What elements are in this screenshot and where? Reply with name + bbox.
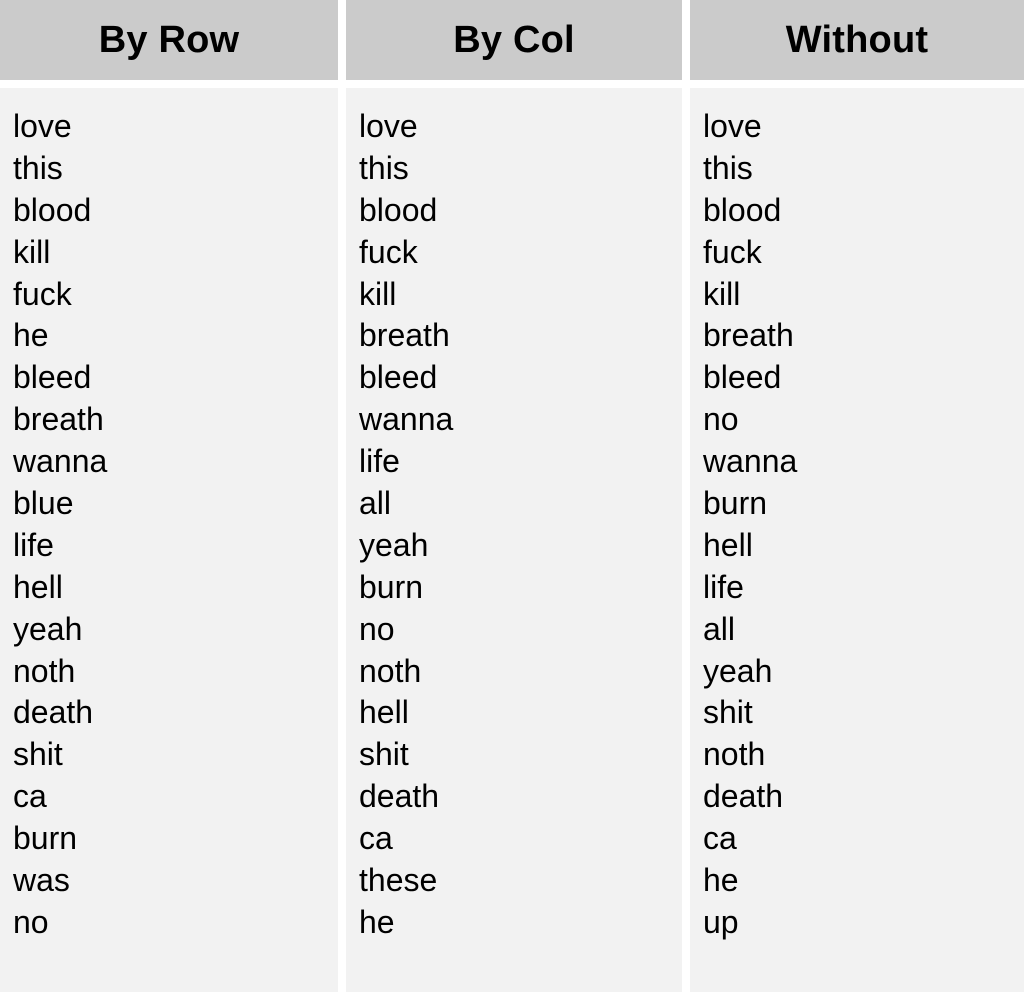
word-item: shit	[13, 736, 63, 773]
word-item: bleed	[703, 359, 782, 396]
word-item: yeah	[703, 652, 773, 689]
word-item: shit	[359, 736, 409, 773]
word-item: burn	[703, 485, 768, 522]
word-item: kill	[359, 275, 397, 312]
header-by-row: By Row	[0, 0, 338, 80]
word-item: life	[703, 568, 744, 605]
word-item: kill	[13, 233, 51, 270]
word-item: these	[359, 862, 438, 899]
word-item: no	[703, 401, 739, 438]
word-item: this	[359, 149, 409, 186]
word-item: death	[703, 778, 784, 815]
word-item: noth	[703, 736, 766, 773]
word-item: love	[359, 108, 418, 144]
word-item: bleed	[359, 359, 438, 396]
word-item: this	[703, 149, 753, 186]
word-item: was	[13, 862, 70, 899]
word-item: breath	[703, 317, 794, 354]
word-item: ca	[359, 820, 393, 857]
word-item: ca	[13, 778, 47, 815]
header-without: Without	[690, 0, 1024, 80]
header-row: By Row By Col Without	[0, 0, 1024, 80]
word-item: he	[359, 903, 395, 940]
word-item: breath	[359, 317, 450, 354]
word-item: hell	[13, 568, 63, 605]
word-item: up	[703, 903, 739, 940]
word-item: no	[359, 610, 395, 647]
word-table: By Row By Col Without love this blood kill f…	[0, 0, 1024, 992]
word-list-by-col: love this blood fuck kill breath bleed wanna lif…	[359, 106, 682, 944]
word-item: breath	[13, 401, 104, 438]
column-by-col: love this blood fuck kill breath bleed wanna lif…	[346, 88, 682, 992]
word-item: blood	[703, 191, 782, 228]
word-item: fuck	[13, 275, 72, 312]
word-item: noth	[13, 652, 76, 689]
word-item: love	[13, 108, 72, 144]
word-item: death	[359, 778, 440, 815]
word-item: blue	[13, 485, 74, 522]
word-item: he	[13, 317, 49, 354]
word-item: kill	[703, 275, 741, 312]
word-list-without: love this blood fuck kill breath bleed no wanna b…	[703, 106, 1024, 944]
word-item: all	[703, 610, 736, 647]
word-item: yeah	[359, 526, 429, 563]
word-item: fuck	[703, 233, 762, 270]
word-item: this	[13, 149, 63, 186]
word-item: blood	[13, 191, 92, 228]
word-item: fuck	[359, 233, 418, 270]
word-item: ca	[703, 820, 737, 857]
word-item: blood	[359, 191, 438, 228]
word-item: all	[359, 485, 392, 522]
word-item: life	[359, 443, 400, 480]
word-item: he	[703, 862, 739, 899]
word-item: life	[13, 526, 54, 563]
word-item: no	[13, 903, 49, 940]
column-without: love this blood fuck kill breath bleed no wanna b…	[690, 88, 1024, 992]
word-item: shit	[703, 694, 753, 731]
word-item: burn	[13, 820, 78, 857]
word-item: hell	[359, 694, 409, 731]
word-item: burn	[359, 568, 424, 605]
header-by-col: By Col	[346, 0, 682, 80]
word-item: death	[13, 694, 94, 731]
word-list-by-row: love this blood kill fuck he bleed breath wanna b…	[13, 106, 338, 944]
word-item: bleed	[13, 359, 92, 396]
word-item: wanna	[703, 443, 798, 480]
column-by-row: love this blood kill fuck he bleed breath wanna b…	[0, 88, 338, 992]
body-row: love this blood kill fuck he bleed breath wanna b…	[0, 88, 1024, 992]
word-item: wanna	[13, 443, 108, 480]
word-item: love	[703, 108, 762, 144]
word-item: noth	[359, 652, 422, 689]
word-item: yeah	[13, 610, 83, 647]
word-item: hell	[703, 526, 753, 563]
word-item: wanna	[359, 401, 454, 438]
